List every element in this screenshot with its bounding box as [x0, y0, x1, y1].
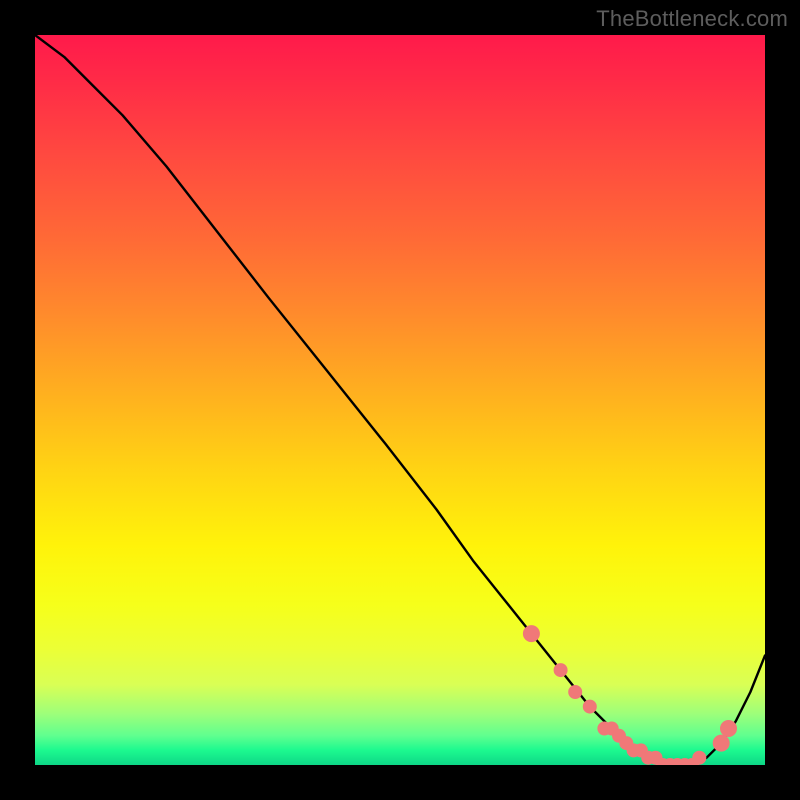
curve-svg: [35, 35, 765, 765]
marker-group: [523, 626, 736, 765]
chart-stage: TheBottleneck.com: [0, 0, 800, 800]
watermark-text: TheBottleneck.com: [596, 6, 788, 32]
curve-marker: [523, 626, 539, 642]
bottleneck-curve-path: [35, 35, 765, 765]
curve-marker: [721, 721, 737, 737]
plot-area: [35, 35, 765, 765]
curve-marker: [713, 735, 729, 751]
curve-marker: [569, 686, 582, 699]
curve-marker: [554, 664, 567, 677]
curve-marker: [693, 751, 706, 764]
curve-marker: [583, 700, 596, 713]
